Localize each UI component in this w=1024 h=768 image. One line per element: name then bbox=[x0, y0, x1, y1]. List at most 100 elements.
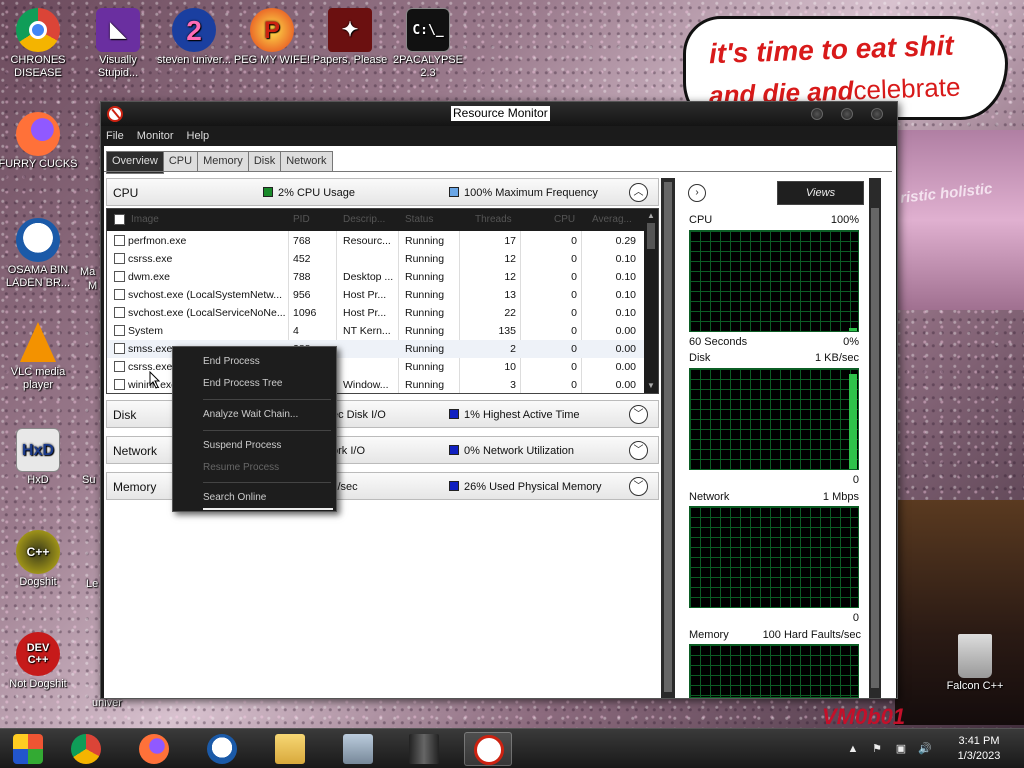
tab-disk[interactable]: Disk bbox=[247, 151, 282, 172]
volume-icon[interactable]: 🔊 bbox=[918, 742, 932, 756]
cpu-usage-legend: 2% CPU Usage bbox=[263, 187, 355, 199]
desktop-icon-dogshit[interactable]: C++ Dogshit bbox=[0, 530, 78, 589]
row-checkbox[interactable] bbox=[114, 235, 125, 246]
cell-avg: 0.00 bbox=[615, 325, 636, 337]
action-center-flag-icon[interactable]: ⚑ bbox=[870, 742, 884, 756]
select-all-checkbox[interactable] bbox=[114, 214, 125, 225]
menu-end-process-tree[interactable]: End Process Tree bbox=[203, 378, 282, 389]
minimize-button[interactable] bbox=[811, 108, 823, 120]
chevron-down-icon[interactable]: ﹀ bbox=[629, 477, 648, 496]
taskbar-clock[interactable]: 3:41 PM 1/3/2023 bbox=[944, 734, 1014, 764]
firefox-icon bbox=[16, 112, 60, 156]
network-graph bbox=[689, 506, 859, 608]
column-average-cpu[interactable]: Averag... bbox=[592, 214, 632, 225]
cell-status: Running bbox=[405, 289, 445, 301]
menu-resume-process: Resume Process bbox=[203, 462, 280, 473]
tab-memory[interactable]: Memory bbox=[197, 151, 249, 172]
cpu-section-header[interactable]: CPU 2% CPU Usage 100% Maximum Frequency … bbox=[106, 178, 659, 206]
dogshit-icon: C++ bbox=[16, 530, 60, 574]
desktop-icon-label: PEG MY WIFE! bbox=[233, 54, 311, 66]
table-scrollbar[interactable]: ▲ ▼ bbox=[644, 209, 658, 393]
desktop-icon-label: 2PACALYPSE 2.3 bbox=[393, 54, 463, 79]
taskbar-control-panel[interactable] bbox=[334, 732, 382, 766]
taskbar-chrome[interactable] bbox=[62, 732, 110, 766]
cell-cpu: 0 bbox=[571, 361, 577, 373]
graph-level-bar bbox=[849, 374, 857, 469]
memory-graph-title: Memory bbox=[689, 629, 729, 641]
desktop-icon-2pacalypse[interactable]: C:\_ 2PACALYPSE 2.3 bbox=[388, 8, 468, 80]
chevron-right-icon[interactable]: › bbox=[688, 184, 706, 202]
show-hidden-icons[interactable]: ▲ bbox=[846, 742, 860, 756]
chevron-down-icon[interactable]: ﹀ bbox=[629, 405, 648, 424]
cell-cpu: 0 bbox=[571, 271, 577, 283]
row-checkbox[interactable] bbox=[114, 379, 125, 390]
graphs-area: CPU 100% 60 Seconds 0% Disk 1 KB/sec 0 N… bbox=[679, 208, 869, 698]
desktop-icon-visual-studio[interactable]: ◣ Visually Stupid... bbox=[78, 8, 158, 80]
menu-help[interactable]: Help bbox=[182, 126, 215, 146]
menu-suspend-process[interactable]: Suspend Process bbox=[203, 440, 281, 451]
taskbar-obama[interactable] bbox=[198, 732, 246, 766]
cell-status: Running bbox=[405, 271, 445, 283]
cell-image: svchost.exe (LocalServiceNoNe... bbox=[128, 307, 286, 319]
table-row[interactable]: dwm.exe 788 Desktop ... Running 12 0 0.10 bbox=[107, 268, 644, 286]
graphs-scrollbar[interactable] bbox=[869, 178, 881, 698]
desktop-icon-peggle[interactable]: P PEG MY WIFE! bbox=[232, 8, 312, 67]
row-checkbox[interactable] bbox=[114, 307, 125, 318]
close-button[interactable] bbox=[871, 108, 883, 120]
cell-avg: 0.29 bbox=[615, 235, 636, 247]
table-row[interactable]: svchost.exe (LocalServiceNoNe... 1096 Host… bbox=[107, 304, 644, 322]
desktop-icon-not-dogshit[interactable]: DEV C++ Not Dogshit bbox=[0, 632, 78, 691]
maximize-button[interactable] bbox=[841, 108, 853, 120]
taskbar-resource-monitor[interactable] bbox=[464, 732, 512, 766]
max-frequency-legend: 100% Maximum Frequency bbox=[449, 187, 598, 199]
menu-search-online[interactable]: Search Online bbox=[203, 492, 266, 503]
row-checkbox[interactable] bbox=[114, 325, 125, 336]
menu-analyze-wait-chain[interactable]: Analyze Wait Chain... bbox=[203, 409, 298, 420]
desktop-icon-firefox[interactable]: FURRY CUCKS bbox=[0, 112, 78, 171]
table-row[interactable]: perfmon.exe 768 Resourc... Running 17 0 0.29 bbox=[107, 232, 644, 250]
cell-desc: Desktop ... bbox=[343, 271, 394, 283]
column-cpu[interactable]: CPU bbox=[554, 214, 575, 225]
tab-network[interactable]: Network bbox=[280, 151, 333, 172]
row-checkbox[interactable] bbox=[114, 361, 125, 372]
row-checkbox[interactable] bbox=[114, 343, 125, 354]
cell-image: perfmon.exe bbox=[128, 235, 187, 247]
desktop-icon-hxd[interactable]: HxD HxD bbox=[0, 428, 78, 487]
row-checkbox[interactable] bbox=[114, 271, 125, 282]
section-title: Network bbox=[113, 444, 158, 458]
row-checkbox[interactable] bbox=[114, 289, 125, 300]
cell-avg: 0.00 bbox=[615, 343, 636, 355]
desktop-icon-vlc[interactable]: VLC media player bbox=[0, 320, 78, 392]
views-dropdown[interactable]: Views bbox=[777, 181, 864, 205]
left-panel-scrollbar[interactable] bbox=[661, 178, 675, 698]
title-bar[interactable]: Resource Monitor bbox=[101, 102, 897, 126]
chevron-down-icon[interactable]: ﹀ bbox=[629, 441, 648, 460]
column-pid[interactable]: PID bbox=[293, 214, 310, 225]
menu-separator bbox=[203, 430, 331, 431]
table-row[interactable]: csrss.exe 452 Running 12 0 0.10 bbox=[107, 250, 644, 268]
column-image[interactable]: Image bbox=[131, 214, 159, 225]
desktop-icon-osama[interactable]: OSAMA BIN LADEN BR... bbox=[0, 218, 78, 290]
desktop-icon-steven-universe[interactable]: 2 steven univer... bbox=[154, 8, 234, 67]
column-status[interactable]: Status bbox=[405, 214, 433, 225]
table-row[interactable]: svchost.exe (LocalSystemNetw... 956 Host P… bbox=[107, 286, 644, 304]
cell-threads: 12 bbox=[504, 253, 516, 265]
taskbar-explorer[interactable] bbox=[266, 732, 314, 766]
desktop-icon-papers-please[interactable]: ✦ Papers, Please bbox=[310, 8, 390, 67]
menu-monitor[interactable]: Monitor bbox=[132, 126, 179, 146]
menu-end-process[interactable]: End Process bbox=[203, 356, 260, 367]
chevron-up-icon[interactable]: ︿ bbox=[629, 183, 648, 202]
table-row[interactable]: System 4 NT Kern... Running 135 0 0.00 bbox=[107, 322, 644, 340]
row-checkbox[interactable] bbox=[114, 253, 125, 264]
column-threads[interactable]: Threads bbox=[475, 214, 512, 225]
network-icon[interactable]: ▣ bbox=[894, 742, 908, 756]
start-button[interactable] bbox=[4, 732, 52, 766]
tab-cpu[interactable]: CPU bbox=[162, 151, 199, 172]
taskbar-firefox[interactable] bbox=[130, 732, 178, 766]
menu-file[interactable]: File bbox=[101, 126, 129, 146]
desktop-icon-chrome[interactable]: CHRONES DISEASE bbox=[0, 8, 78, 80]
desktop-icon-falcon[interactable]: Falcon C++ bbox=[935, 634, 1015, 693]
taskbar-photo[interactable] bbox=[400, 732, 448, 766]
cell-avg: 0.10 bbox=[615, 307, 636, 319]
column-description[interactable]: Descrip... bbox=[343, 214, 385, 225]
